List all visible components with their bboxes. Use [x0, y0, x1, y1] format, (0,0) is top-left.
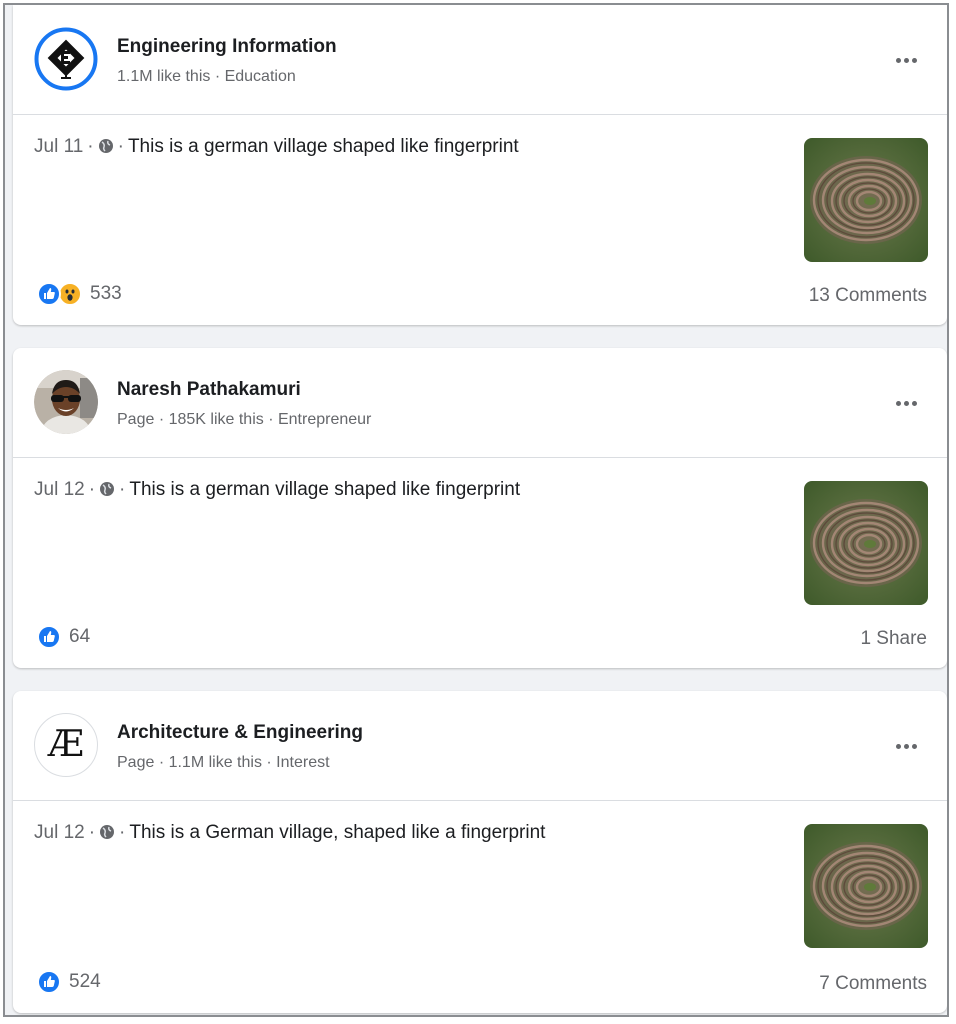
- post-date[interactable]: Jul 12: [34, 479, 85, 500]
- more-options-icon[interactable]: [891, 731, 921, 761]
- like-reaction-icon: [37, 282, 61, 306]
- post-thumbnail[interactable]: [804, 481, 928, 605]
- page-meta: 1.1M like this · Education: [117, 68, 296, 85]
- page-avatar[interactable]: Æ: [34, 713, 98, 777]
- separator: ·: [88, 822, 96, 843]
- page-name[interactable]: Naresh Pathakamuri: [117, 379, 301, 401]
- globe-icon: [100, 482, 115, 496]
- reactions-summary[interactable]: 64: [37, 624, 90, 650]
- post-header: Engineering Information 1.1M like this ·…: [13, 5, 947, 115]
- page-meta: Page · 1.1M like this · Interest: [117, 754, 330, 771]
- fingerprint-village-image: [804, 138, 928, 262]
- separator: ·: [119, 479, 126, 500]
- feed-frame: Engineering Information 1.1M like this ·…: [3, 3, 949, 1017]
- comments-count[interactable]: 7 Comments: [819, 973, 927, 995]
- reaction-count: 524: [69, 971, 101, 992]
- page-meta: Page · 185K like this · Entrepreneur: [117, 411, 372, 428]
- post-text: This is a german village shaped like fin…: [129, 479, 521, 500]
- post-header: Æ Architecture & Engineering Page · 1.1M…: [13, 691, 947, 801]
- fingerprint-village-image: [804, 481, 928, 605]
- post-line: Jul 12 · · This is a german village shaped …: [34, 479, 520, 501]
- separator: ·: [117, 136, 124, 157]
- post-thumbnail[interactable]: [804, 138, 928, 262]
- post-card: Naresh Pathakamuri Page · 185K like this…: [13, 348, 947, 668]
- post-date[interactable]: Jul 12: [34, 822, 85, 843]
- more-options-icon[interactable]: [891, 45, 921, 75]
- post-card: Engineering Information 1.1M like this ·…: [13, 5, 947, 325]
- post-card: Æ Architecture & Engineering Page · 1.1M…: [13, 691, 947, 1013]
- post-header: Naresh Pathakamuri Page · 185K like this…: [13, 348, 947, 458]
- comments-count[interactable]: 13 Comments: [809, 285, 927, 307]
- globe-icon: [98, 139, 113, 153]
- page-name[interactable]: Architecture & Engineering: [117, 722, 363, 744]
- engineering-information-logo-icon: [34, 27, 98, 91]
- post-date[interactable]: Jul 11: [34, 136, 83, 157]
- post-line: Jul 12 · · This is a German village, shaped…: [34, 822, 545, 844]
- post-text: This is a German village, shaped like a …: [129, 822, 546, 843]
- separator: ·: [87, 136, 94, 157]
- post-text: This is a german village shaped like fin…: [127, 136, 519, 157]
- page-name[interactable]: Engineering Information: [117, 36, 337, 58]
- reactions-summary[interactable]: 524: [37, 969, 101, 995]
- profile-avatar[interactable]: [34, 370, 98, 434]
- globe-icon: [100, 825, 115, 839]
- reactions-summary[interactable]: 533: [37, 281, 122, 307]
- post-thumbnail[interactable]: [804, 824, 928, 948]
- fingerprint-village-image: [804, 824, 928, 948]
- like-reaction-icon: [37, 625, 61, 649]
- post-line: Jul 11 · · This is a german village shaped …: [34, 136, 519, 158]
- like-reaction-icon: [37, 970, 61, 994]
- reaction-count: 533: [90, 283, 122, 304]
- architecture-logo-icon: Æ: [47, 724, 85, 765]
- shares-count[interactable]: 1 Share: [860, 628, 927, 650]
- person-photo-icon: [34, 370, 98, 434]
- reaction-count: 64: [69, 626, 91, 647]
- wow-reaction-icon: [58, 282, 82, 306]
- page-avatar[interactable]: [34, 27, 98, 91]
- separator: ·: [88, 479, 96, 500]
- more-options-icon[interactable]: [891, 388, 921, 418]
- separator: ·: [119, 822, 126, 843]
